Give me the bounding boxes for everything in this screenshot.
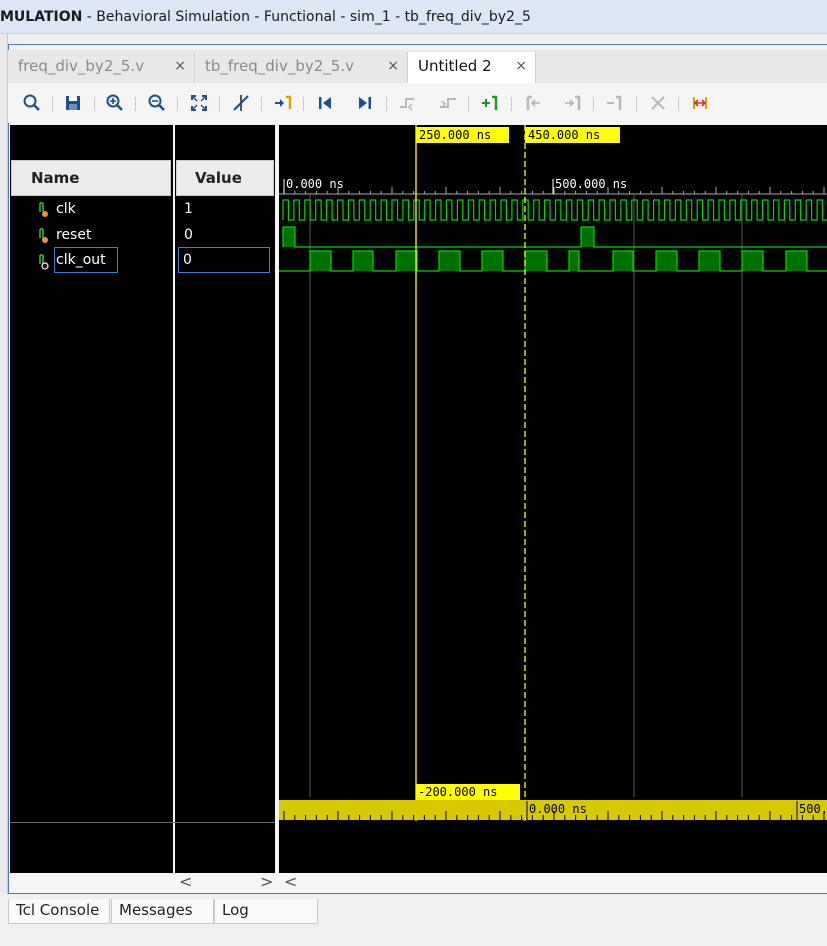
cursor-snap-icon[interactable] xyxy=(229,91,253,115)
zoom-fit-icon[interactable] xyxy=(187,91,211,115)
editor-tab-bar: freq_div_by2_5.v × tb_freq_div_by2_5.v ×… xyxy=(8,50,827,83)
close-icon[interactable]: × xyxy=(515,52,527,81)
go-to-zero-icon[interactable] xyxy=(271,91,295,115)
signal-icon xyxy=(39,228,48,243)
previous-marker-icon[interactable] xyxy=(521,91,545,115)
ruler-start-label: 0.000 ns xyxy=(286,177,344,191)
delta-time-label: -200.000 ns xyxy=(418,785,497,799)
clk-waveform xyxy=(282,199,827,221)
save-icon[interactable] xyxy=(61,91,85,115)
add-marker-icon[interactable] xyxy=(478,91,502,115)
close-icon[interactable]: × xyxy=(174,52,186,81)
signal-value-clk-out: 0 xyxy=(178,247,270,273)
previous-transition-icon[interactable] xyxy=(396,91,420,115)
clk-out-waveform xyxy=(279,250,827,272)
value-column-header[interactable]: Value xyxy=(176,160,274,196)
next-transition-icon[interactable] xyxy=(436,91,460,115)
tab-label: tb_freq_div_by2_5.v xyxy=(205,57,354,75)
column-divider xyxy=(10,822,275,823)
swap-cursors-icon[interactable] xyxy=(603,91,627,115)
close-icon[interactable]: × xyxy=(387,52,399,81)
signal-value-reset: 0 xyxy=(184,227,193,243)
main-cursor-label: 250.000 ns xyxy=(419,128,491,142)
tab-tb-freq-div-by2-5-v[interactable]: tb_freq_div_by2_5.v × xyxy=(195,52,408,83)
scroll-left-icon[interactable]: < xyxy=(284,872,297,891)
waveform-viewer[interactable]: 0.000 ns 500.000 ns 250.000 ns 450.000 n… xyxy=(279,125,827,873)
secondary-cursor-label: 450.000 ns xyxy=(528,128,600,142)
tab-log[interactable]: Log xyxy=(214,899,318,924)
delete-marker-icon[interactable] xyxy=(646,91,670,115)
tab-freq-div-by2-5-v[interactable]: freq_div_by2_5.v × xyxy=(8,52,195,83)
tab-untitled-2[interactable]: Untitled 2 × xyxy=(408,52,536,83)
tab-messages[interactable]: Messages xyxy=(111,899,214,924)
tab-tcl-console[interactable]: Tcl Console xyxy=(8,899,110,924)
search-icon[interactable] xyxy=(20,91,44,115)
zoom-in-icon[interactable] xyxy=(103,91,127,115)
signal-icon xyxy=(39,254,49,270)
ruler-mid-label: 500.000 ns xyxy=(555,177,627,191)
delta-zero-label: 0.000 ns xyxy=(529,802,587,816)
go-to-first-icon[interactable] xyxy=(313,91,337,115)
tab-label: Untitled 2 xyxy=(418,57,492,75)
window-title: - Behavioral Simulation - Functional - s… xyxy=(82,9,531,25)
window-title-bar: MULATION - Behavioral Simulation - Funct… xyxy=(0,0,827,34)
signal-name-clk-out[interactable]: clk_out xyxy=(54,247,118,273)
snap-range-icon[interactable] xyxy=(688,91,712,115)
scroll-right-icon[interactable]: > xyxy=(260,872,273,891)
signal-value-column: Value 1 0 0 xyxy=(175,125,275,873)
next-marker-icon[interactable] xyxy=(561,91,585,115)
reset-waveform xyxy=(282,226,827,248)
zoom-out-icon[interactable] xyxy=(145,91,169,115)
left-edge-strip xyxy=(0,34,8,894)
signal-name-reset[interactable]: reset xyxy=(56,223,91,247)
grid-lines xyxy=(309,195,743,797)
signal-value-clk: 1 xyxy=(184,201,193,217)
name-column-header[interactable]: Name xyxy=(11,160,171,196)
signal-name-column: Name clk reset clk_out xyxy=(10,125,173,873)
signal-name-clk[interactable]: clk xyxy=(56,197,76,221)
delta-next-label: 500. xyxy=(799,802,827,816)
horizontal-scrollbar[interactable]: < > < xyxy=(175,872,827,891)
waveform-toolbar xyxy=(8,83,827,123)
scroll-left-icon[interactable]: < xyxy=(179,872,192,891)
signal-icon xyxy=(39,202,48,217)
tab-label: freq_div_by2_5.v xyxy=(18,57,145,75)
time-ruler: 0.000 ns 500.000 ns xyxy=(279,177,827,195)
window-title-prefix: MULATION xyxy=(0,9,83,25)
bottom-tab-bar: Tcl Console Messages Log xyxy=(0,894,827,946)
go-to-last-icon[interactable] xyxy=(353,91,377,115)
